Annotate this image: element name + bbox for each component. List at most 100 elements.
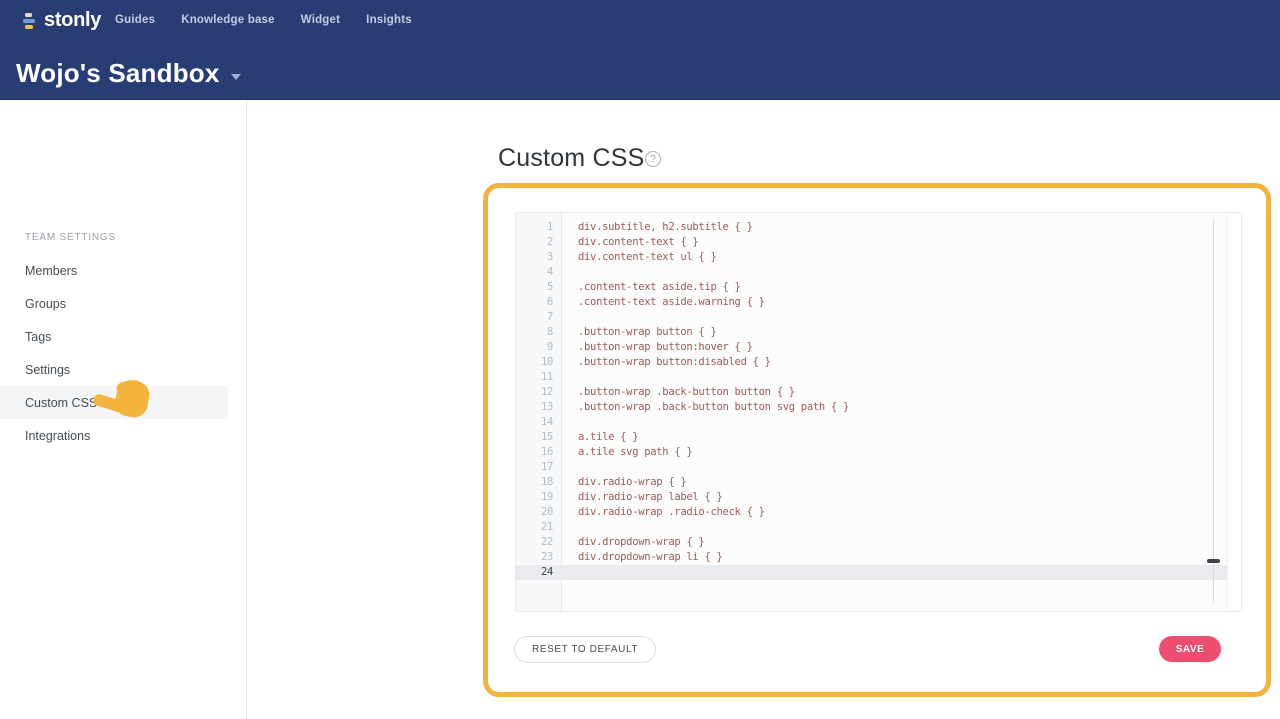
nav-item-widget[interactable]: Widget (301, 14, 340, 26)
help-icon[interactable]: ? (645, 151, 661, 167)
line-number: 4 (516, 265, 562, 280)
line-code: .button-wrap button:disabled { } (562, 355, 771, 370)
sidebar-item-integrations[interactable]: Integrations (0, 419, 247, 452)
sidebar-section-title: TEAM SETTINGS (25, 232, 116, 243)
line-code: .button-wrap .back-button button { } (562, 385, 795, 400)
stonly-logo[interactable]: stonly (22, 9, 101, 32)
code-line-18[interactable]: 18div.radio-wrap { } (516, 475, 1227, 490)
code-line-19[interactable]: 19div.radio-wrap label { } (516, 490, 1227, 505)
code-line-4[interactable]: 4 (516, 265, 1227, 280)
line-number: 10 (516, 355, 562, 370)
code-line-1[interactable]: 1div.subtitle, h2.subtitle { } (516, 220, 1227, 235)
page-title: Custom CSS (498, 144, 644, 173)
code-line-3[interactable]: 3div.content-text ul { } (516, 250, 1227, 265)
line-number: 2 (516, 235, 562, 250)
stonly-logo-icon (22, 11, 39, 31)
sidebar-item-tags[interactable]: Tags (0, 320, 247, 353)
sidebar-item-members[interactable]: Members (0, 254, 247, 287)
save-button[interactable]: SAVE (1159, 636, 1221, 662)
sidebar-item-custom-css[interactable]: Custom CSS (0, 386, 228, 419)
line-number: 12 (516, 385, 562, 400)
editor-scrollbar-thumb[interactable] (1207, 559, 1220, 563)
line-code: div.dropdown-wrap li { } (562, 550, 723, 565)
line-code: .button-wrap .back-button button svg pat… (562, 400, 849, 415)
nav-item-guides[interactable]: Guides (115, 14, 155, 26)
line-code: .content-text aside.tip { } (562, 280, 741, 295)
line-code: .content-text aside.warning { } (562, 295, 765, 310)
reset-to-default-button[interactable]: RESET TO DEFAULT (514, 636, 656, 663)
code-line-16[interactable]: 16a.tile svg path { } (516, 445, 1227, 460)
line-number: 18 (516, 475, 562, 490)
code-line-5[interactable]: 5.content-text aside.tip { } (516, 280, 1227, 295)
line-code: div.subtitle, h2.subtitle { } (562, 220, 753, 235)
line-code: div.content-text ul { } (562, 250, 717, 265)
line-number: 17 (516, 460, 562, 475)
code-line-8[interactable]: 8.button-wrap button { } (516, 325, 1227, 340)
line-number: 6 (516, 295, 562, 310)
line-code: a.tile svg path { } (562, 445, 692, 460)
line-code (562, 310, 578, 325)
line-number: 7 (516, 310, 562, 325)
editor-scroll-area: 1div.subtitle, h2.subtitle { }2div.conte… (516, 213, 1228, 611)
line-number: 14 (516, 415, 562, 430)
code-line-21[interactable]: 21 (516, 520, 1227, 535)
line-code: div.radio-wrap .radio-check { } (562, 505, 765, 520)
line-code (562, 520, 578, 535)
line-number: 19 (516, 490, 562, 505)
code-line-12[interactable]: 12.button-wrap .back-button button { } (516, 385, 1227, 400)
line-code (562, 265, 578, 280)
line-code: div.dropdown-wrap { } (562, 535, 704, 550)
settings-sidebar: TEAM SETTINGS MembersGroupsTagsSettingsC… (0, 100, 247, 719)
line-number: 9 (516, 340, 562, 355)
top-nav: Guides Knowledge base Widget Insights (115, 0, 412, 40)
line-code: a.tile { } (562, 430, 638, 445)
line-number: 23 (516, 550, 562, 565)
line-code: div.content-text { } (562, 235, 698, 250)
line-number: 3 (516, 250, 562, 265)
code-line-24[interactable]: 24 (516, 565, 1227, 580)
sidebar-item-settings[interactable]: Settings (0, 353, 247, 386)
custom-css-card: 1div.subtitle, h2.subtitle { }2div.conte… (483, 183, 1271, 697)
line-number: 24 (516, 565, 562, 580)
code-line-2[interactable]: 2div.content-text { } (516, 235, 1227, 250)
code-line-15[interactable]: 15a.tile { } (516, 430, 1227, 445)
code-line-11[interactable]: 11 (516, 370, 1227, 385)
css-code-editor[interactable]: 1div.subtitle, h2.subtitle { }2div.conte… (515, 212, 1242, 612)
code-line-14[interactable]: 14 (516, 415, 1227, 430)
code-line-20[interactable]: 20div.radio-wrap .radio-check { } (516, 505, 1227, 520)
line-number: 21 (516, 520, 562, 535)
code-line-9[interactable]: 9.button-wrap button:hover { } (516, 340, 1227, 355)
line-code (562, 565, 578, 580)
code-line-10[interactable]: 10.button-wrap button:disabled { } (516, 355, 1227, 370)
nav-item-insights[interactable]: Insights (366, 14, 412, 26)
logo-text: stonly (44, 9, 101, 32)
code-line-23[interactable]: 23div.dropdown-wrap li { } (516, 550, 1227, 565)
sidebar-item-groups[interactable]: Groups (0, 287, 247, 320)
line-number: 13 (516, 400, 562, 415)
line-number: 15 (516, 430, 562, 445)
code-line-6[interactable]: 6.content-text aside.warning { } (516, 295, 1227, 310)
line-number: 22 (516, 535, 562, 550)
workspace-title: Wojo's Sandbox (16, 58, 220, 89)
line-code (562, 370, 578, 385)
top-header: stonly Guides Knowledge base Widget Insight… (0, 0, 1280, 100)
code-line-17[interactable]: 17 (516, 460, 1227, 475)
line-code (562, 415, 578, 430)
line-number: 5 (516, 280, 562, 295)
nav-item-knowledge-base[interactable]: Knowledge base (181, 14, 275, 26)
code-line-13[interactable]: 13.button-wrap .back-button button svg p… (516, 400, 1227, 415)
line-code (562, 460, 578, 475)
line-number: 11 (516, 370, 562, 385)
line-number: 8 (516, 325, 562, 340)
workspace-selector[interactable]: Wojo's Sandbox (16, 58, 241, 89)
code-lines: 1div.subtitle, h2.subtitle { }2div.conte… (516, 220, 1227, 580)
line-number: 16 (516, 445, 562, 460)
code-line-7[interactable]: 7 (516, 310, 1227, 325)
line-code: div.radio-wrap label { } (562, 490, 723, 505)
chevron-down-icon (231, 74, 241, 80)
line-code: .button-wrap button { } (562, 325, 717, 340)
line-code: div.radio-wrap { } (562, 475, 686, 490)
line-code: .button-wrap button:hover { } (562, 340, 753, 355)
editor-scrollbar-track[interactable] (1213, 219, 1214, 603)
code-line-22[interactable]: 22div.dropdown-wrap { } (516, 535, 1227, 550)
